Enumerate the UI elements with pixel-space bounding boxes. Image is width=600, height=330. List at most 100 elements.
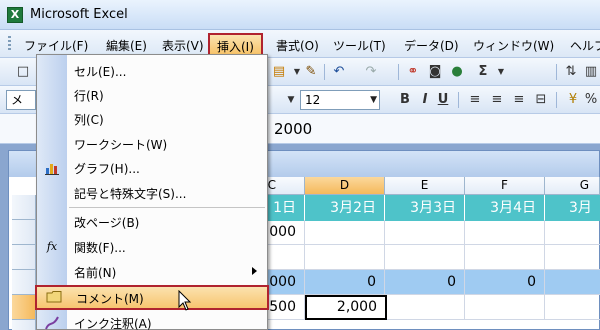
cell[interactable] [305, 220, 385, 245]
menu-item-chart[interactable]: グラフ(H)... [37, 156, 267, 180]
row-header-active[interactable] [12, 295, 36, 320]
date-header-row: 1日 3月2日 3月3日 3月4日 3月5 [265, 195, 600, 242]
date-cell[interactable]: 3月2日 [305, 195, 385, 221]
cell[interactable] [465, 245, 545, 270]
chart-wizard-icon[interactable]: ▥ [582, 63, 600, 81]
menu-item-label: ワークシート(W) [74, 138, 168, 152]
column-header-d[interactable]: D [305, 177, 385, 195]
font-size-combo[interactable]: 12 ▼ [300, 90, 380, 110]
menu-help[interactable]: ヘルプ [570, 37, 600, 54]
sort-icon[interactable]: ⇅ [562, 63, 580, 81]
menu-tools[interactable]: ツール(T) [333, 37, 386, 54]
menu-item-name[interactable]: 名前(N) [37, 260, 267, 284]
cell[interactable] [465, 220, 545, 245]
date-cell[interactable]: 3月4日 [465, 195, 545, 221]
table-row [265, 245, 600, 270]
paste-icon[interactable]: ▤ [270, 63, 288, 81]
date-cell[interactable]: 3月3日 [385, 195, 465, 221]
title-bar: X Microsoft Excel [0, 0, 600, 30]
undo-icon[interactable]: ↶ [330, 63, 348, 81]
menu-divider [69, 207, 265, 208]
menu-item-columns[interactable]: 列(C) [37, 107, 267, 131]
row-header[interactable] [12, 320, 36, 330]
menu-format[interactable]: 書式(O) [276, 37, 319, 54]
column-header-c[interactable]: C [265, 177, 305, 195]
toolbar-divider [324, 64, 325, 80]
merge-center-icon[interactable]: ⊟ [532, 91, 550, 109]
cell[interactable] [385, 245, 465, 270]
align-left-icon[interactable]: ≡ [466, 91, 484, 109]
menu-view[interactable]: 表示(V) [162, 37, 204, 54]
menu-item-label: 行(R) [74, 89, 104, 103]
row-header[interactable] [12, 270, 36, 295]
column-header-g[interactable]: G [545, 177, 600, 195]
cell[interactable] [265, 245, 305, 270]
toolbar-divider [458, 92, 459, 108]
bold-button[interactable]: B [396, 91, 414, 109]
research-icon[interactable]: ● [448, 63, 466, 81]
redo-icon[interactable]: ↷ [362, 63, 380, 81]
mouse-cursor-icon [178, 290, 192, 311]
menu-item-label: 記号と特殊文字(S)... [74, 187, 187, 201]
cell[interactable]: 000 [265, 270, 305, 295]
chevron-down-icon[interactable]: ▼ [282, 91, 300, 109]
menu-item-label: コメント(M) [76, 292, 144, 306]
autosum-icon[interactable]: Σ [474, 63, 492, 81]
menu-window[interactable]: ウィンドウ(W) [473, 37, 554, 54]
cell[interactable]: 0 [465, 270, 545, 295]
cell[interactable]: 000 [265, 220, 305, 245]
row-header[interactable] [12, 245, 36, 270]
currency-icon[interactable]: ¥ [564, 91, 582, 109]
column-header-e[interactable]: E [385, 177, 465, 195]
formula-input[interactable]: 2000 [274, 120, 312, 138]
row-header[interactable] [12, 195, 36, 220]
excel-icon: X [7, 7, 23, 23]
format-painter-icon[interactable]: ✎ [302, 63, 320, 81]
excel-window: X Microsoft Excel ファイル(F) 編集(E) 表示(V) 挿入… [0, 0, 600, 330]
active-cell[interactable]: 2,000 [305, 295, 387, 320]
cell[interactable] [385, 220, 465, 245]
column-header-f[interactable]: F [465, 177, 545, 195]
menu-item-label: セル(E)... [74, 65, 127, 79]
menu-item-label: インク注釈(A) [74, 317, 152, 330]
ink-icon [44, 315, 60, 330]
cell[interactable]: 500 [265, 295, 305, 320]
menu-item-rows[interactable]: 行(R) [37, 83, 267, 107]
menu-item-ink-annotation[interactable]: インク注釈(A) [37, 311, 267, 330]
row-header[interactable] [12, 220, 36, 245]
menu-item-cells[interactable]: セル(E)... [37, 59, 267, 83]
menu-insert[interactable]: 挿入(I) [208, 33, 263, 56]
cell[interactable]: 0 [385, 270, 465, 295]
font-name-combo[interactable]: メ [6, 90, 36, 110]
align-right-icon[interactable]: ≡ [510, 91, 528, 109]
cell[interactable] [387, 295, 465, 320]
camera-icon[interactable]: ◙ [426, 63, 444, 81]
toolbar-grip[interactable] [8, 36, 11, 52]
menu-item-page-break[interactable]: 改ページ(B) [37, 210, 267, 234]
comment-icon [46, 290, 62, 306]
toolbar-divider [398, 64, 399, 80]
menu-file[interactable]: ファイル(F) [24, 37, 88, 54]
new-icon[interactable]: □ [14, 63, 32, 81]
menu-edit[interactable]: 編集(E) [106, 37, 147, 54]
chevron-down-icon[interactable]: ▼ [492, 63, 510, 81]
menu-data[interactable]: データ(D) [404, 37, 459, 54]
hyperlink-icon[interactable]: ⚭ [404, 63, 422, 81]
chevron-down-icon[interactable]: ▼ [370, 91, 377, 109]
underline-button[interactable]: U [434, 91, 452, 109]
date-cell[interactable]: 3月5 [545, 195, 600, 242]
menu-item-comment[interactable]: コメント(M) [35, 285, 269, 310]
menu-item-worksheet[interactable]: ワークシート(W) [37, 132, 267, 156]
cell[interactable]: 0 [305, 270, 385, 295]
percent-icon[interactable]: % [582, 91, 600, 109]
submenu-arrow-icon [252, 267, 257, 275]
menu-item-function[interactable]: fx 関数(F)... [37, 235, 267, 259]
cell[interactable] [305, 245, 385, 270]
align-center-icon[interactable]: ≡ [488, 91, 506, 109]
menu-item-label: 改ページ(B) [74, 216, 140, 230]
cell[interactable] [465, 295, 545, 320]
menu-item-symbol[interactable]: 記号と特殊文字(S)... [37, 181, 267, 205]
toolbar-divider [556, 64, 557, 80]
italic-button[interactable]: I [416, 91, 434, 109]
date-cell[interactable]: 1日 [265, 195, 305, 221]
